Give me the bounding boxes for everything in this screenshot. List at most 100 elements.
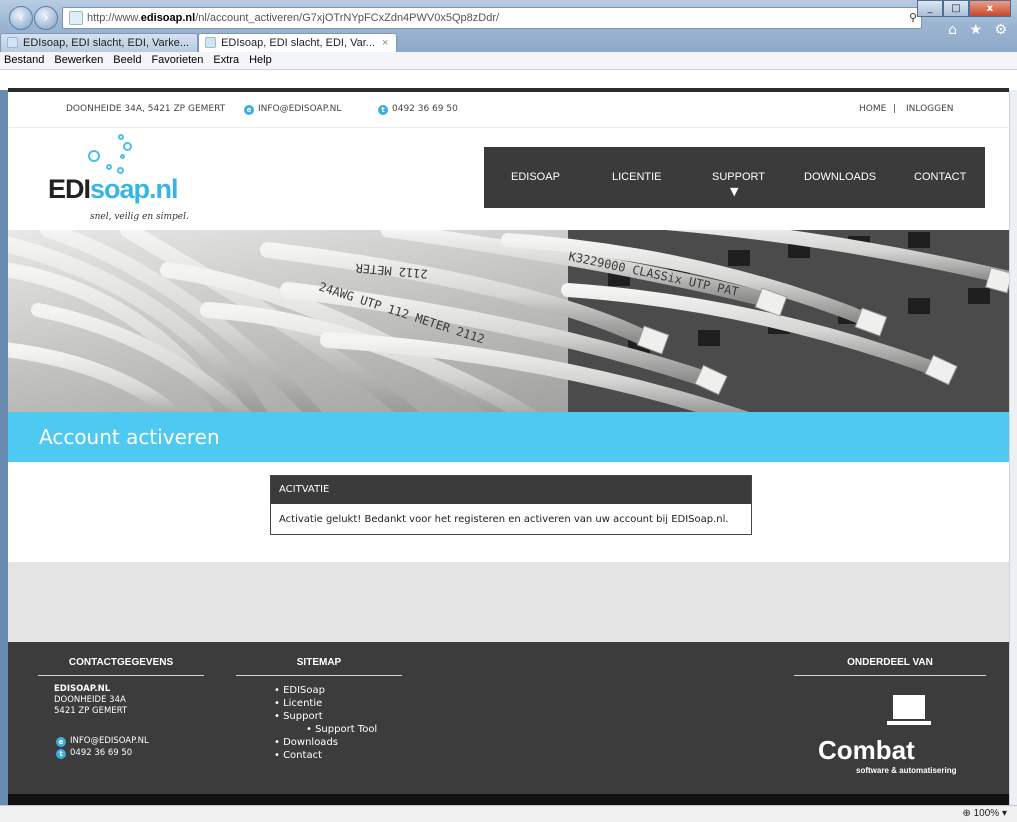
site-favicon-icon bbox=[69, 11, 83, 25]
top-email-text: INFO@EDISOAP.NL bbox=[258, 104, 342, 114]
logo-tagline: snel, veilig en simpel. bbox=[90, 212, 189, 222]
cables-illustration: K3229000 CLASSix UTP PAT 24AWG UTP 112 M… bbox=[8, 230, 1009, 412]
top-info-bar: DOONHEIDE 34A, 5421 ZP GEMERT e INFO@EDIS… bbox=[8, 90, 1009, 128]
browser-window: ‹ › http://www.edisoap.nl/nl/account_act… bbox=[0, 0, 1017, 822]
menu-favorites[interactable]: Favorieten bbox=[151, 52, 203, 69]
nav-active-arrow-icon: ▼ bbox=[730, 185, 739, 198]
tab-2[interactable]: EDIsoap, EDI slacht, EDI, Var... × bbox=[198, 33, 398, 52]
viewport-border bbox=[0, 70, 1017, 90]
top-address: DOONHEIDE 34A, 5421 ZP GEMERT bbox=[66, 104, 226, 114]
close-window-button[interactable]: x bbox=[969, 0, 1011, 17]
footer-partner-title: ONDERDEEL VAN bbox=[847, 657, 933, 668]
minimize-button[interactable]: _ bbox=[917, 0, 943, 17]
main-nav: EDISOAP LICENTIE SUPPORT ▼ DOWNLOADS CON… bbox=[484, 147, 985, 208]
logo-bubble-icon bbox=[120, 154, 125, 159]
footer-divider bbox=[236, 675, 402, 676]
top-phone-text: 0492 36 69 50 bbox=[392, 104, 458, 114]
activation-panel: ACITVATIE Activatie gelukt! Bedankt voor… bbox=[270, 475, 752, 535]
logo-bubble-icon bbox=[106, 164, 112, 170]
email-icon: e bbox=[244, 105, 254, 115]
sitemap-link-contact[interactable]: • Contact bbox=[274, 749, 322, 762]
sitemap-label: EDISoap bbox=[283, 685, 325, 696]
window-controls: _ □ x bbox=[917, 0, 1011, 18]
home-link[interactable]: HOME bbox=[859, 104, 886, 114]
tab-label: EDIsoap, EDI slacht, EDI, Varke... bbox=[23, 37, 190, 49]
logo-bubble-icon bbox=[88, 150, 100, 162]
tab-1[interactable]: EDIsoap, EDI slacht, EDI, Varke... bbox=[0, 33, 199, 52]
phone-icon: t bbox=[56, 749, 66, 759]
menu-tools[interactable]: Extra bbox=[213, 52, 239, 69]
zoom-level[interactable]: 100% bbox=[974, 808, 1000, 819]
sitemap-label: Contact bbox=[283, 750, 322, 761]
logo-bubble-icon bbox=[118, 134, 124, 140]
hero-banner-image: K3229000 CLASSix UTP PAT 24AWG UTP 112 M… bbox=[8, 230, 1009, 412]
tab-strip: EDIsoap, EDI slacht, EDI, Varke... EDIso… bbox=[0, 33, 398, 52]
tab-favicon-icon bbox=[205, 37, 217, 48]
sitemap-label: Support bbox=[283, 711, 323, 722]
login-link[interactable]: INLOGGEN bbox=[906, 104, 954, 114]
address-bar[interactable]: http://www.edisoap.nl/nl/account_activer… bbox=[62, 7, 922, 29]
footer-phone-text: 0492 36 69 50 bbox=[70, 748, 133, 758]
nav-contact[interactable]: CONTACT bbox=[914, 171, 966, 183]
top-phone: t 0492 36 69 50 bbox=[378, 104, 458, 115]
vertical-scrollbar[interactable] bbox=[1009, 90, 1017, 805]
browser-titlebar: ‹ › http://www.edisoap.nl/nl/account_act… bbox=[0, 0, 1017, 52]
tab-close-icon[interactable]: × bbox=[382, 37, 388, 49]
menu-help[interactable]: Help bbox=[249, 52, 272, 69]
sitemap-link-support[interactable]: • Support bbox=[274, 710, 323, 723]
search-icon[interactable]: ⚲ bbox=[909, 8, 917, 28]
top-separator: | bbox=[893, 104, 897, 114]
footer-sitemap-title: SITEMAP bbox=[296, 657, 342, 668]
forward-button[interactable]: › bbox=[34, 6, 58, 30]
tab-label: EDIsoap, EDI slacht, EDI, Var... bbox=[221, 37, 375, 49]
sitemap-link-licentie[interactable]: • Licentie bbox=[274, 697, 322, 710]
page-viewport: DOONHEIDE 34A, 5421 ZP GEMERT e INFO@EDIS… bbox=[8, 90, 1009, 805]
url-prefix: http://www. bbox=[87, 12, 141, 24]
footer-bottom-bar bbox=[8, 794, 1009, 805]
phone-icon: t bbox=[378, 105, 388, 115]
footer-contact-title: CONTACTGEGEVENS bbox=[68, 657, 174, 668]
nav-licentie[interactable]: LICENTIE bbox=[612, 171, 662, 183]
menu-view[interactable]: Beeld bbox=[113, 52, 141, 69]
footer-email-text: INFO@EDISOAP.NL bbox=[70, 736, 149, 746]
activation-header: ACITVATIE bbox=[271, 476, 751, 504]
menu-bar: Bestand Bewerken Beeld Favorieten Extra … bbox=[0, 52, 1017, 70]
back-button[interactable]: ‹ bbox=[9, 6, 33, 30]
nav-edisoap[interactable]: EDISOAP bbox=[511, 171, 560, 183]
tab-favicon-icon bbox=[7, 37, 18, 48]
zoom-icon[interactable]: ⊕ bbox=[962, 808, 970, 819]
activation-message: Activatie gelukt! Bedankt voor het regis… bbox=[279, 514, 729, 525]
logo-bubble-icon bbox=[117, 167, 124, 174]
site-logo[interactable]: EDIsoap.nl snel, veilig en simpel. bbox=[48, 134, 228, 230]
page-title-band: Account activeren bbox=[8, 412, 1009, 462]
logo-soap: soap.nl bbox=[90, 174, 179, 204]
nav-downloads[interactable]: DOWNLOADS bbox=[804, 171, 876, 183]
footer-phone: t 0492 36 69 50 bbox=[56, 748, 132, 759]
toolbar-icons[interactable]: ⌂ ★ ⚙ bbox=[948, 22, 1011, 38]
url-domain: edisoap.nl bbox=[140, 12, 196, 24]
email-icon: e bbox=[56, 737, 66, 747]
menu-edit[interactable]: Bewerken bbox=[54, 52, 103, 69]
footer-divider bbox=[794, 675, 986, 676]
status-bar: ⊕ 100% ▾ bbox=[0, 805, 1017, 822]
zoom-dropdown-icon[interactable]: ▾ bbox=[1002, 808, 1007, 819]
top-email[interactable]: e INFO@EDISOAP.NL bbox=[244, 104, 341, 115]
sitemap-link-support-tool[interactable]: • Support Tool bbox=[306, 723, 377, 736]
combat-logo[interactable]: Combat bbox=[818, 735, 915, 766]
footer-company: EDISOAP.NL bbox=[54, 684, 111, 694]
menu-file[interactable]: Bestand bbox=[4, 52, 44, 69]
url-path: /nl/account_activeren/G7xjOTrNYpFCxZdn4P… bbox=[195, 12, 500, 24]
footer-email[interactable]: e INFO@EDISOAP.NL bbox=[56, 736, 149, 747]
page-title: Account activeren bbox=[39, 425, 220, 449]
logo-wordmark: EDIsoap.nl bbox=[48, 174, 179, 205]
nav-support[interactable]: SUPPORT bbox=[712, 171, 765, 183]
page-top-strip bbox=[8, 88, 1009, 92]
sitemap-label: Downloads bbox=[283, 737, 338, 748]
content-spacer bbox=[8, 562, 1009, 642]
sitemap-label: Support Tool bbox=[315, 724, 378, 735]
sitemap-label: Licentie bbox=[283, 698, 323, 709]
sitemap-link-edisoap[interactable]: • EDISoap bbox=[274, 684, 325, 697]
sitemap-link-downloads[interactable]: • Downloads bbox=[274, 736, 338, 749]
maximize-button[interactable]: □ bbox=[943, 0, 969, 17]
footer-divider bbox=[38, 675, 204, 676]
